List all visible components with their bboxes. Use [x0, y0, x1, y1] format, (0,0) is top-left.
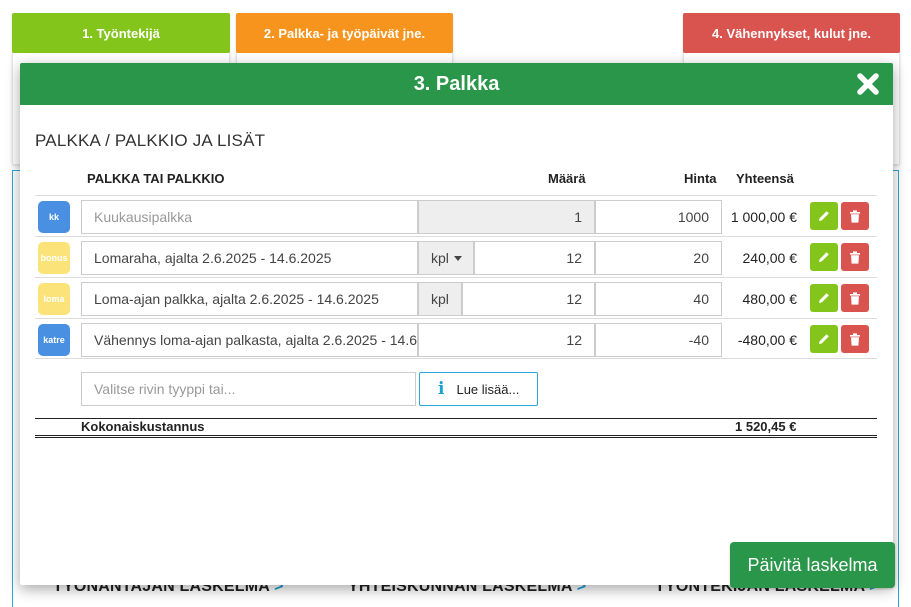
description-input[interactable]: Lomaraha, ajalta 2.6.2025 - 14.6.2025: [81, 241, 418, 275]
chevron-down-icon: [453, 255, 462, 261]
row-total: -480,00 €: [737, 332, 797, 348]
description-input[interactable]: Kuukausipalkka: [81, 200, 418, 234]
column-header-item: PALKKA TAI PALKKIO: [87, 171, 225, 186]
modal-title: 3. Palkka: [413, 72, 500, 95]
step-tab-deductions[interactable]: 4. Vähennykset, kulut jne.: [683, 13, 900, 53]
update-calculation-button[interactable]: Päivitä laskelma: [730, 542, 895, 588]
price-input[interactable]: -40: [595, 323, 722, 357]
unit-text: kpl: [431, 291, 449, 307]
close-icon[interactable]: [855, 71, 881, 97]
page: 1. Työntekijä 2. Palkka- ja työpäivät jn…: [0, 0, 911, 607]
table-row: katre Vähennys loma-ajan palkasta, ajalt…: [35, 318, 877, 359]
salary-modal: 3. Palkka PALKKA / PALKKIO JA LISÄT PALK…: [20, 63, 893, 585]
unit-label: kpl: [418, 282, 462, 316]
row-total: 1 000,00 €: [730, 209, 797, 225]
modal-header: 3. Palkka: [20, 63, 893, 105]
trash-icon: [850, 209, 860, 223]
quantity-input[interactable]: 12: [462, 282, 595, 316]
pencil-icon: [819, 211, 829, 221]
row-total: 480,00 €: [742, 291, 798, 307]
read-more-label: Lue lisää...: [456, 381, 520, 397]
pencil-icon: [819, 334, 829, 344]
row-type-badge: katre: [38, 324, 70, 356]
edit-row-button[interactable]: [810, 202, 838, 230]
pencil-icon: [819, 293, 829, 303]
row-total: 240,00 €: [742, 250, 798, 266]
column-header-total: Yhteensä: [736, 171, 794, 186]
delete-row-button[interactable]: [841, 243, 869, 271]
quantity-input[interactable]: 12: [418, 323, 595, 357]
unit-dropdown[interactable]: kpl: [418, 241, 474, 275]
trash-icon: [850, 332, 860, 346]
row-type-input[interactable]: Valitse rivin tyyppi tai...: [81, 372, 416, 406]
total-label: Kokonaiskustannus: [81, 419, 205, 434]
table-row: bonus Lomaraha, ajalta 2.6.2025 - 14.6.2…: [35, 236, 877, 277]
table-row: loma Loma-ajan palkka, ajalta 2.6.2025 -…: [35, 277, 877, 318]
total-value: 1 520,45 €: [735, 419, 797, 434]
delete-row-button[interactable]: [841, 284, 869, 312]
column-header-price: Hinta: [684, 171, 717, 186]
row-type-badge: kk: [38, 201, 70, 233]
delete-row-button[interactable]: [841, 202, 869, 230]
trash-icon: [850, 291, 860, 305]
delete-row-button[interactable]: [841, 325, 869, 353]
row-type-badge: loma: [38, 283, 70, 315]
step-tab-salary-days[interactable]: 2. Palkka- ja työpäivät jne.: [236, 13, 453, 53]
step-tab-employee[interactable]: 1. Työntekijä: [12, 13, 230, 53]
total-divider-bottom: [35, 435, 877, 438]
quantity-input[interactable]: 1: [418, 200, 595, 234]
info-icon: i: [438, 379, 445, 399]
column-header-quantity: Määrä: [548, 171, 586, 186]
section-title: PALKKA / PALKKIO JA LISÄT: [35, 131, 266, 150]
description-input[interactable]: Loma-ajan palkka, ajalta 2.6.2025 - 14.6…: [81, 282, 418, 316]
edit-row-button[interactable]: [810, 243, 838, 271]
description-input[interactable]: Vähennys loma-ajan palkasta, ajalta 2.6.…: [81, 323, 418, 357]
table-row: kk Kuukausipalkka 1 1000 1 000,00 €: [35, 195, 877, 236]
edit-row-button[interactable]: [810, 284, 838, 312]
unit-dropdown-label: kpl: [431, 250, 449, 266]
price-input[interactable]: 40: [595, 282, 722, 316]
row-type-badge: bonus: [38, 242, 70, 274]
edit-row-button[interactable]: [810, 325, 838, 353]
pencil-icon: [819, 252, 829, 262]
read-more-button[interactable]: i Lue lisää...: [419, 372, 538, 406]
quantity-input[interactable]: 12: [474, 241, 595, 275]
price-input[interactable]: 1000: [595, 200, 722, 234]
price-input[interactable]: 20: [595, 241, 722, 275]
trash-icon: [850, 250, 860, 264]
